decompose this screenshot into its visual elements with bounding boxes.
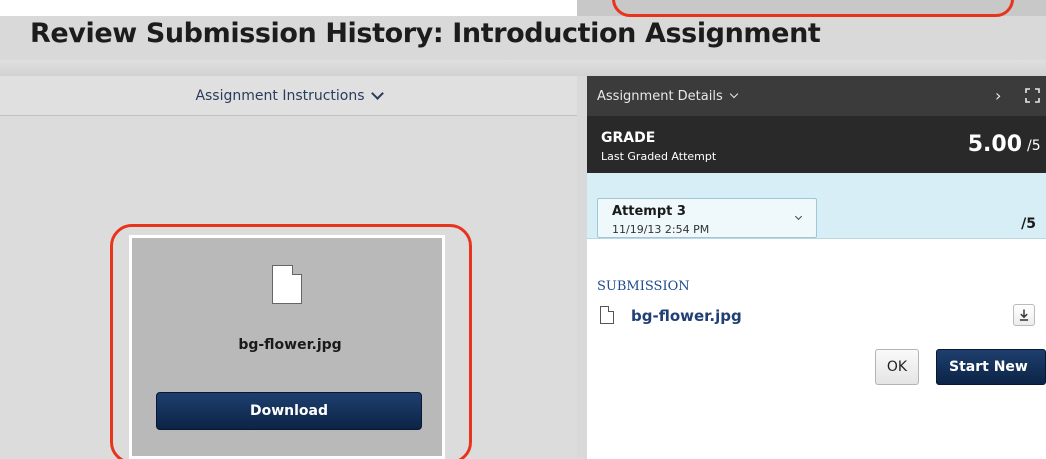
assignment-details-label: Assignment Details	[597, 88, 723, 104]
chevron-down-icon	[370, 86, 384, 100]
expand-icon[interactable]	[1025, 88, 1040, 103]
annotation-circle-preview	[110, 224, 472, 459]
attempt-select[interactable]: Attempt 3 11/19/13 2:54 PM	[597, 198, 817, 238]
attempt-label: Attempt 3	[612, 204, 686, 219]
assignment-instructions-label: Assignment Instructions	[195, 87, 365, 104]
assignment-instructions-toggle[interactable]: Assignment Instructions	[0, 76, 577, 116]
start-new-button[interactable]: Start New	[936, 349, 1046, 385]
attempt-row: Attempt 3 11/19/13 2:54 PM /5	[587, 173, 1046, 239]
grade-sublabel: Last Graded Attempt	[601, 150, 717, 163]
attempt-date: 11/19/13 2:54 PM	[612, 223, 710, 236]
details-panel: Assignment Details › GRADE Last Graded A…	[587, 76, 1046, 459]
annotation-circle-top	[612, 0, 1014, 17]
header-band	[0, 60, 1046, 76]
grade-label: GRADE	[601, 130, 656, 146]
grade-max: /5	[1027, 138, 1041, 154]
grade-summary: GRADE Last Graded Attempt 5.00 /5	[587, 116, 1046, 173]
chevron-down-icon	[729, 89, 738, 99]
chevron-right-icon[interactable]: ›	[995, 86, 1001, 105]
submission-label: SUBMISSION	[597, 279, 690, 294]
ok-button[interactable]: OK	[875, 349, 919, 385]
attempt-max-score: /5	[1021, 216, 1036, 232]
chevron-down-icon	[794, 212, 803, 221]
assignment-details-toggle[interactable]: Assignment Details	[587, 76, 1046, 116]
submission-file-link[interactable]: bg-flower.jpg	[631, 307, 742, 325]
grade-value: 5.00	[967, 132, 1022, 157]
page-title: Review Submission History: Introduction …	[30, 18, 821, 49]
download-icon[interactable]	[1013, 304, 1035, 326]
file-icon	[600, 306, 614, 324]
